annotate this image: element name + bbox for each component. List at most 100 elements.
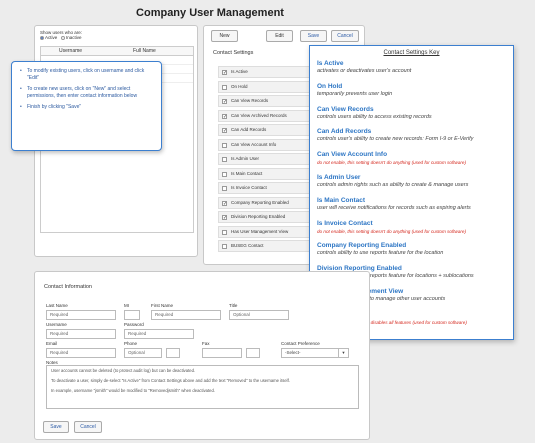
mi-field[interactable] (124, 310, 140, 320)
setting-row[interactable]: ✓ Division Reporting Enabled (218, 211, 313, 223)
contact-info-panel: Contact Information Last Name Required M… (34, 271, 370, 440)
settings-key-title: Contact Settings Key (383, 50, 440, 56)
setting-label: Division Reporting Enabled (231, 214, 286, 219)
email-field[interactable]: Required (46, 348, 116, 358)
setting-checkbox[interactable]: ✓ (222, 70, 227, 76)
key-item-name: Is Main Contact (317, 196, 366, 204)
key-item-name: Can Add Records (317, 128, 372, 136)
setting-label: Can Add Records (231, 127, 267, 132)
key-item-description: controls user's ability to create new re… (317, 136, 474, 143)
contact-preference-label: Contact Preference (281, 341, 320, 346)
cancel-button[interactable]: Cancel (331, 30, 359, 42)
active-radio[interactable] (40, 35, 44, 40)
notes-box: User accounts cannot be deleted (to prot… (46, 365, 359, 409)
contact-cancel-button[interactable]: Cancel (74, 421, 102, 433)
last-name-field[interactable]: Required (46, 310, 116, 320)
notes-line: To deactivate a user, simply de-select "… (51, 378, 290, 383)
save-button[interactable]: Save (300, 30, 327, 42)
key-item: On Hold temporarily prevents user login (317, 83, 513, 98)
setting-checkbox[interactable] (222, 171, 227, 177)
key-item-name: Is Invoice Contact (317, 219, 373, 227)
new-button[interactable]: New (211, 30, 238, 42)
setting-checkbox[interactable] (222, 142, 227, 148)
key-item-name: Can View Account Info (317, 151, 388, 159)
key-item-description: temporarily prevents user login (317, 90, 393, 97)
contact-preference-select[interactable]: -Select- ▼ (281, 348, 349, 358)
fax-label: Fax (202, 341, 210, 346)
key-item: Company Reporting Enabled controls abilit… (317, 242, 513, 257)
fax-field[interactable] (202, 348, 242, 358)
key-item: Is Admin User controls admin rights such … (317, 174, 513, 189)
page-title: Company User Management (136, 7, 284, 19)
mi-label: MI (124, 303, 129, 308)
setting-checkbox[interactable]: ✓ (222, 99, 227, 105)
setting-checkbox[interactable] (222, 157, 227, 162)
key-item: Can View Account Info do not enable, this… (317, 151, 513, 166)
setting-checkbox[interactable]: ✓ (222, 215, 227, 221)
setting-checkbox[interactable]: ✓ (222, 200, 227, 206)
phone-ext-field[interactable] (166, 348, 180, 358)
setting-checkbox[interactable] (222, 186, 227, 191)
key-item-name: On Hold (317, 82, 343, 90)
setting-checkbox[interactable] (222, 229, 227, 235)
setting-label: Company Reporting Enabled (231, 199, 289, 205)
key-item-description: controls admin rights such as ability to… (317, 182, 469, 188)
key-item-description: do not enable, this setting doesn't do a… (317, 160, 466, 166)
first-name-label: First Name (151, 303, 174, 308)
user-filter: Show users who are: Active Inactive (40, 30, 82, 40)
setting-row[interactable]: ✓ Company Reporting Enabled (218, 196, 313, 209)
setting-label: Has User Management View (231, 228, 289, 234)
key-item-name: Can View Records (317, 105, 374, 113)
setting-row[interactable]: Is Main Contact (218, 167, 313, 180)
setting-row[interactable]: On Hold (218, 80, 313, 93)
fax-ext-field[interactable] (246, 348, 260, 358)
password-field[interactable]: Required (124, 329, 194, 339)
setting-label: Is Invoice Contact (231, 185, 267, 190)
username-field[interactable]: Required (46, 329, 116, 339)
setting-checkbox[interactable] (222, 84, 227, 90)
inactive-radio[interactable] (61, 35, 66, 40)
phone-label: Phone (124, 341, 138, 346)
setting-row[interactable]: BUSEG Contact (218, 240, 313, 252)
tip-modify: To modify existing users, click on usern… (20, 68, 153, 81)
setting-row[interactable]: Can View Account Info (218, 138, 313, 151)
key-item-name: Is Admin User (317, 174, 361, 181)
key-item: Can View Records controls users ability t… (317, 106, 513, 121)
setting-row[interactable]: Is Admin User (218, 153, 313, 165)
setting-row[interactable]: Is Invoice Contact (218, 182, 313, 194)
column-full-name[interactable]: Full Name (133, 47, 156, 56)
phone-field[interactable]: Optional (124, 348, 162, 358)
setting-row[interactable]: ✓ Is Active (218, 66, 313, 78)
edit-button[interactable]: Edit (266, 30, 293, 42)
setting-label: Is Admin User (231, 156, 260, 161)
key-item: Can Add Records controls user's ability t… (317, 128, 513, 143)
setting-row[interactable]: Has User Management View (218, 225, 313, 238)
inactive-radio-label: Inactive (66, 35, 82, 40)
setting-label: Can View Account Info (231, 141, 277, 147)
setting-label: Is Active (231, 69, 248, 74)
key-item: Is Active activates or deactivates user's… (317, 60, 513, 75)
last-name-label: Last Name (46, 303, 68, 308)
password-label: Password (124, 322, 144, 327)
first-name-field[interactable]: Required (151, 310, 221, 320)
tip-create: To create new users, click on "New" and … (20, 86, 153, 99)
key-item-description: do not enable, this setting doesn't do a… (317, 228, 466, 234)
setting-row[interactable]: ✓ Can View Records (218, 95, 313, 107)
title-field[interactable]: Optional (229, 310, 289, 320)
setting-row[interactable]: ✓ Can View Archived Records (218, 109, 313, 122)
notes-line: User accounts cannot be deleted (to prot… (51, 368, 196, 373)
setting-row[interactable]: ✓ Can Add Records (218, 124, 313, 136)
setting-label: Is Main Contact (231, 170, 263, 176)
key-item-name: Is Active (317, 60, 344, 67)
column-username[interactable]: Username (59, 47, 82, 56)
title-label: Title (229, 303, 238, 308)
setting-label: BUSEG Contact (231, 243, 264, 248)
setting-checkbox[interactable]: ✓ (222, 128, 227, 134)
setting-checkbox[interactable]: ✓ (222, 113, 227, 119)
setting-checkbox[interactable] (222, 244, 227, 249)
username-label: Username (46, 322, 67, 327)
contact-save-button[interactable]: Save (43, 421, 69, 433)
key-item-name: Company Reporting Enabled (317, 242, 407, 250)
tip-finish: Finish by clicking "Save" (20, 104, 153, 111)
key-item-description: controls users ability to access existin… (317, 113, 432, 120)
